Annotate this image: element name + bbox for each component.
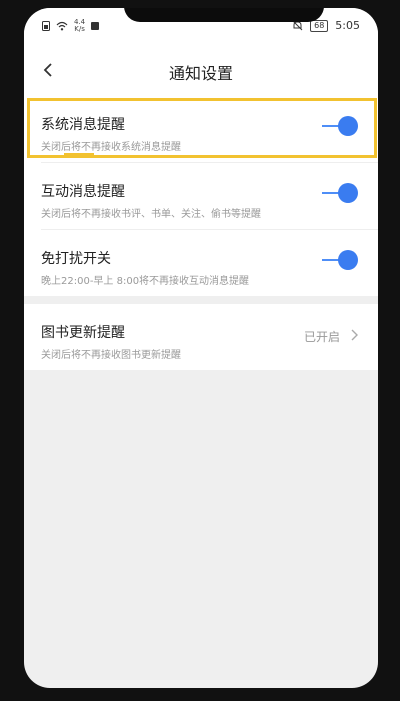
setting-desc: 晚上22:00-早上 8:00将不再接收互动消息提醒 xyxy=(41,276,250,287)
setting-title: 互动消息提醒 xyxy=(41,184,125,200)
setting-desc: 关闭后将不再接收图书更新提醒 xyxy=(41,350,181,361)
book-update-status: 已开启 xyxy=(303,330,340,344)
clock: 5:05 xyxy=(335,19,360,32)
setting-desc: 关闭后将不再接收系统消息提醒 xyxy=(41,142,181,153)
page-title: 通知设置 xyxy=(168,64,233,83)
camera-notch xyxy=(124,8,324,22)
sim-icon xyxy=(42,21,50,31)
toggle-knob xyxy=(338,183,358,203)
setting-desc: 关闭后将不再接收书评、书单、关注、偷书等提醒 xyxy=(41,209,261,220)
book-update-group: 图书更新提醒 关闭后将不再接收图书更新提醒 已开启 xyxy=(24,304,378,370)
net-speed-unit: K/s xyxy=(74,25,85,33)
net-speed: 4.4 K/s xyxy=(74,19,85,33)
notification-group: 系统消息提醒 关闭后将不再接收系统消息提醒 互动消息提醒 关闭后将不再接收书评、… xyxy=(24,96,378,296)
setting-interaction-messages[interactable]: 互动消息提醒 关闭后将不再接收书评、书单、关注、偷书等提醒 xyxy=(24,163,378,229)
chevron-right-icon xyxy=(351,329,358,341)
battery-level: 68 xyxy=(310,19,329,32)
wifi-icon xyxy=(56,21,68,31)
setting-book-update[interactable]: 图书更新提醒 关闭后将不再接收图书更新提醒 已开启 xyxy=(24,304,378,370)
setting-title: 免打扰开关 xyxy=(41,251,111,267)
setting-do-not-disturb[interactable]: 免打扰开关 晚上22:00-早上 8:00将不再接收互动消息提醒 xyxy=(24,230,378,296)
setting-title: 图书更新提醒 xyxy=(41,325,125,341)
header: 通知设置 xyxy=(24,44,378,96)
phone-frame: 4.4 K/s 68 5:05 通知设置 系统消息提醒 关闭后将不再接收系统消息… xyxy=(0,0,400,701)
system-messages-toggle[interactable] xyxy=(322,116,358,136)
setting-system-messages[interactable]: 系统消息提醒 关闭后将不再接收系统消息提醒 xyxy=(24,96,378,162)
highlight-mark xyxy=(64,153,94,156)
toggle-knob xyxy=(338,250,358,270)
interaction-messages-toggle[interactable] xyxy=(322,183,358,203)
setting-title: 系统消息提醒 xyxy=(41,117,125,133)
screen: 4.4 K/s 68 5:05 通知设置 系统消息提醒 关闭后将不再接收系统消息… xyxy=(24,8,378,688)
do-not-disturb-toggle[interactable] xyxy=(322,250,358,270)
toggle-knob xyxy=(338,116,358,136)
notification-icon xyxy=(91,22,100,30)
status-left: 4.4 K/s xyxy=(42,19,100,33)
